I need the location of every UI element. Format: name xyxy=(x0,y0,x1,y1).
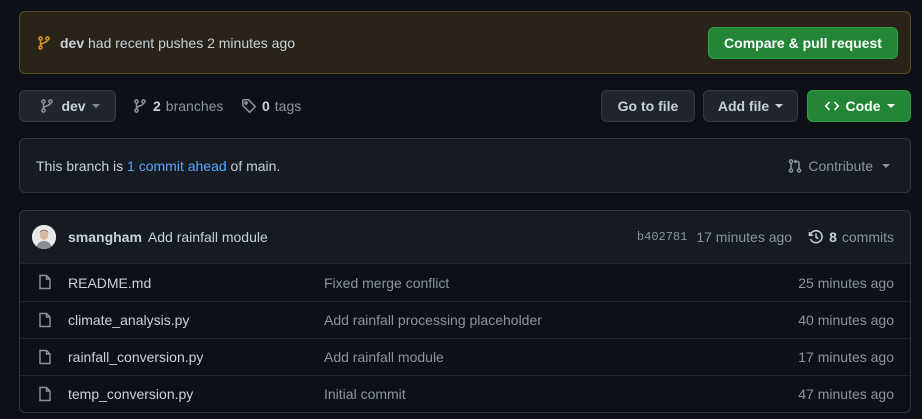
file-row[interactable]: README.md Fixed merge conflict 25 minute… xyxy=(20,264,910,301)
branch-status-suffix: of main. xyxy=(230,157,281,174)
tags-label: tags xyxy=(274,98,302,114)
commit-sha[interactable]: b402781 xyxy=(637,230,687,244)
file-list: smangham Add rainfall module b402781 17 … xyxy=(19,210,911,413)
add-file-label: Add file xyxy=(717,98,770,114)
branch-status-box: This branch is 1 commit ahead of main. C… xyxy=(19,138,911,193)
file-commit-message[interactable]: Add rainfall module xyxy=(324,349,444,365)
contribute-label: Contribute xyxy=(808,157,873,174)
commit-meta: b402781 17 minutes ago 8 commits xyxy=(637,211,894,263)
tag-icon xyxy=(241,98,257,114)
file-name-link[interactable]: climate_analysis.py xyxy=(68,312,189,328)
code-label: Code xyxy=(845,98,881,114)
tags-link[interactable]: 0 tags xyxy=(241,90,301,122)
commits-ahead-link[interactable]: 1 commit ahead xyxy=(127,158,227,174)
git-branch-icon xyxy=(39,98,55,114)
push-branch-name[interactable]: dev xyxy=(60,35,84,51)
latest-commit-bar: smangham Add rainfall module b402781 17 … xyxy=(20,211,910,264)
chevron-down-icon xyxy=(91,104,100,108)
file-commit-age: 17 minutes ago xyxy=(798,349,894,365)
add-file-button[interactable]: Add file xyxy=(703,90,798,122)
pull-request-icon xyxy=(787,158,803,174)
recent-push-banner: dev had recent pushes 2 minutes ago Comp… xyxy=(19,11,911,74)
commit-time: 17 minutes ago xyxy=(696,229,793,245)
file-rows: README.md Fixed merge conflict 25 minute… xyxy=(20,264,910,412)
code-icon xyxy=(824,98,840,114)
file-row[interactable]: temp_conversion.py Initial commit 47 min… xyxy=(20,375,910,412)
branch-status-prefix: This branch is xyxy=(36,157,124,174)
branch-selector-label: dev xyxy=(61,98,86,114)
file-row[interactable]: climate_analysis.py Add rainfall process… xyxy=(20,301,910,338)
branch-selector[interactable]: dev xyxy=(19,90,116,122)
git-branch-icon xyxy=(132,98,148,114)
push-message-text: had recent pushes 2 minutes ago xyxy=(88,34,296,51)
branch-status-text: This branch is 1 commit ahead of main. xyxy=(36,158,280,174)
compare-pull-request-button[interactable]: Compare & pull request xyxy=(708,27,898,59)
file-commit-age: 25 minutes ago xyxy=(798,274,894,291)
file-commit-age: 40 minutes ago xyxy=(798,312,894,328)
file-icon xyxy=(37,312,53,328)
branches-label: branches xyxy=(165,98,224,114)
file-commit-message[interactable]: Add rainfall processing placeholder xyxy=(324,312,542,328)
avatar[interactable] xyxy=(32,225,56,249)
chevron-down-icon xyxy=(882,163,890,168)
file-icon xyxy=(37,349,53,365)
branches-link[interactable]: 2 branches xyxy=(132,90,223,122)
commits-label: commits xyxy=(841,229,894,245)
contribute-dropdown[interactable]: Contribute xyxy=(787,139,890,192)
chevron-down-icon xyxy=(886,104,895,108)
tags-count: 0 xyxy=(262,98,270,114)
file-name-link[interactable]: README.md xyxy=(68,275,151,291)
file-name-link[interactable]: temp_conversion.py xyxy=(68,386,193,402)
git-branch-icon xyxy=(36,35,52,51)
commit-message[interactable]: Add rainfall module xyxy=(148,229,268,245)
file-commit-age: 47 minutes ago xyxy=(798,386,894,402)
repo-toolbar: dev 2 branches 0 tags Go to file Add fil… xyxy=(19,90,911,122)
file-row[interactable]: rainfall_conversion.py Add rainfall modu… xyxy=(20,338,910,375)
branches-count: 2 xyxy=(153,98,161,114)
go-to-file-button[interactable]: Go to file xyxy=(601,90,695,122)
commits-count: 8 xyxy=(829,229,837,245)
commit-author[interactable]: smangham xyxy=(68,229,142,245)
chevron-down-icon xyxy=(775,104,784,108)
push-message: dev had recent pushes 2 minutes ago xyxy=(60,35,295,51)
file-commit-message[interactable]: Fixed merge conflict xyxy=(324,275,449,291)
file-icon xyxy=(37,274,53,290)
commits-history-link[interactable]: 8 commits xyxy=(808,229,894,245)
history-icon xyxy=(808,229,824,245)
code-button[interactable]: Code xyxy=(807,90,911,122)
file-commit-message[interactable]: Initial commit xyxy=(324,386,406,402)
file-name-link[interactable]: rainfall_conversion.py xyxy=(68,349,203,365)
file-icon xyxy=(37,386,53,402)
